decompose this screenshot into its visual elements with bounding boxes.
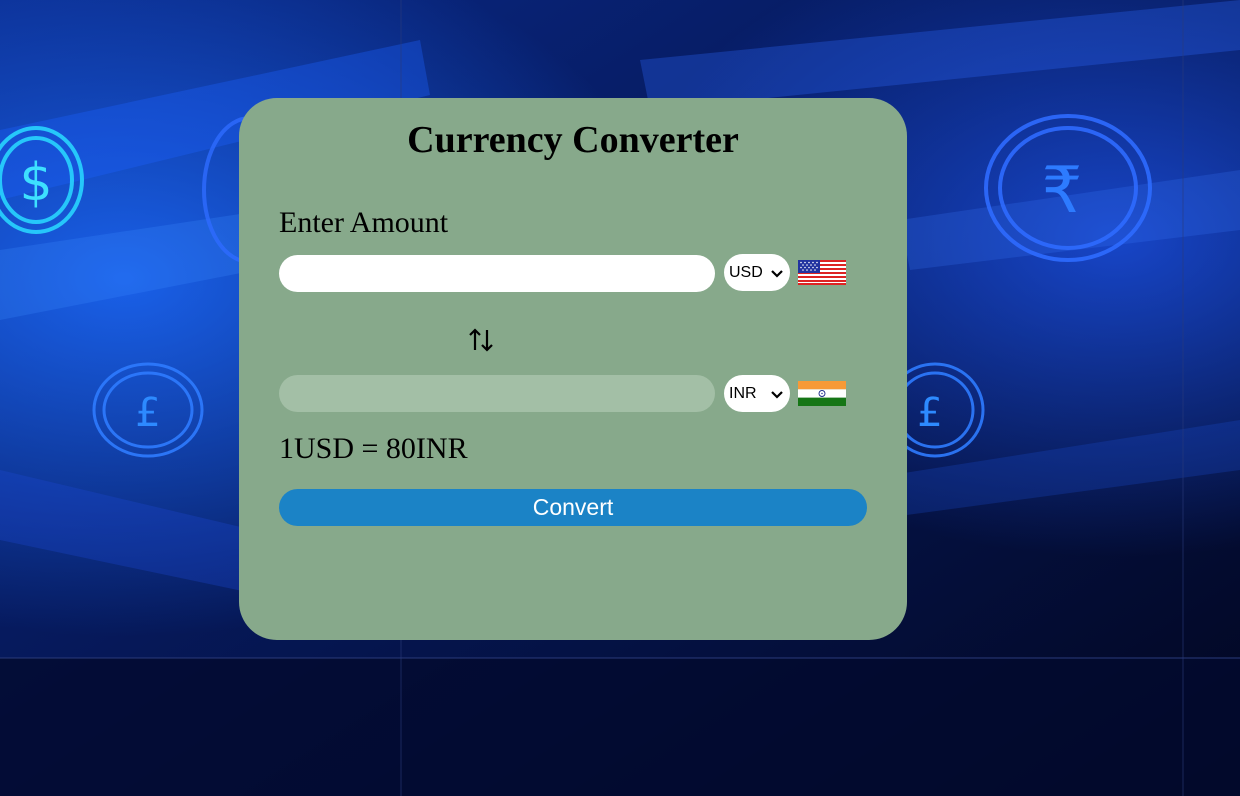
from-currency-select[interactable]: USD bbox=[724, 254, 790, 291]
amount-input[interactable] bbox=[279, 255, 715, 292]
result-output-field[interactable] bbox=[279, 375, 715, 412]
page-title: Currency Converter bbox=[407, 119, 739, 161]
chevron-down-icon bbox=[771, 269, 783, 278]
to-currency-value: INR bbox=[729, 384, 757, 402]
us-flag-icon bbox=[798, 260, 846, 285]
dollar-coin-symbol: $ bbox=[19, 153, 52, 213]
convert-button[interactable]: Convert bbox=[279, 489, 867, 526]
amount-label: Enter Amount bbox=[279, 206, 449, 239]
to-currency-select[interactable]: INR bbox=[724, 375, 790, 412]
chevron-down-icon bbox=[771, 390, 783, 399]
pound-coin-symbol-right: £ bbox=[917, 390, 942, 436]
pound-coin-symbol-left: £ bbox=[135, 390, 160, 436]
exchange-rate-text: 1USD = 80INR bbox=[279, 432, 468, 465]
india-flag-icon bbox=[798, 381, 846, 406]
rupee-coin-symbol: ₹ bbox=[1042, 154, 1083, 228]
from-currency-value: USD bbox=[729, 263, 763, 281]
converter-card: Currency Converter Enter Amount USD INR … bbox=[239, 98, 907, 640]
swap-vertical-icon[interactable] bbox=[467, 326, 495, 354]
